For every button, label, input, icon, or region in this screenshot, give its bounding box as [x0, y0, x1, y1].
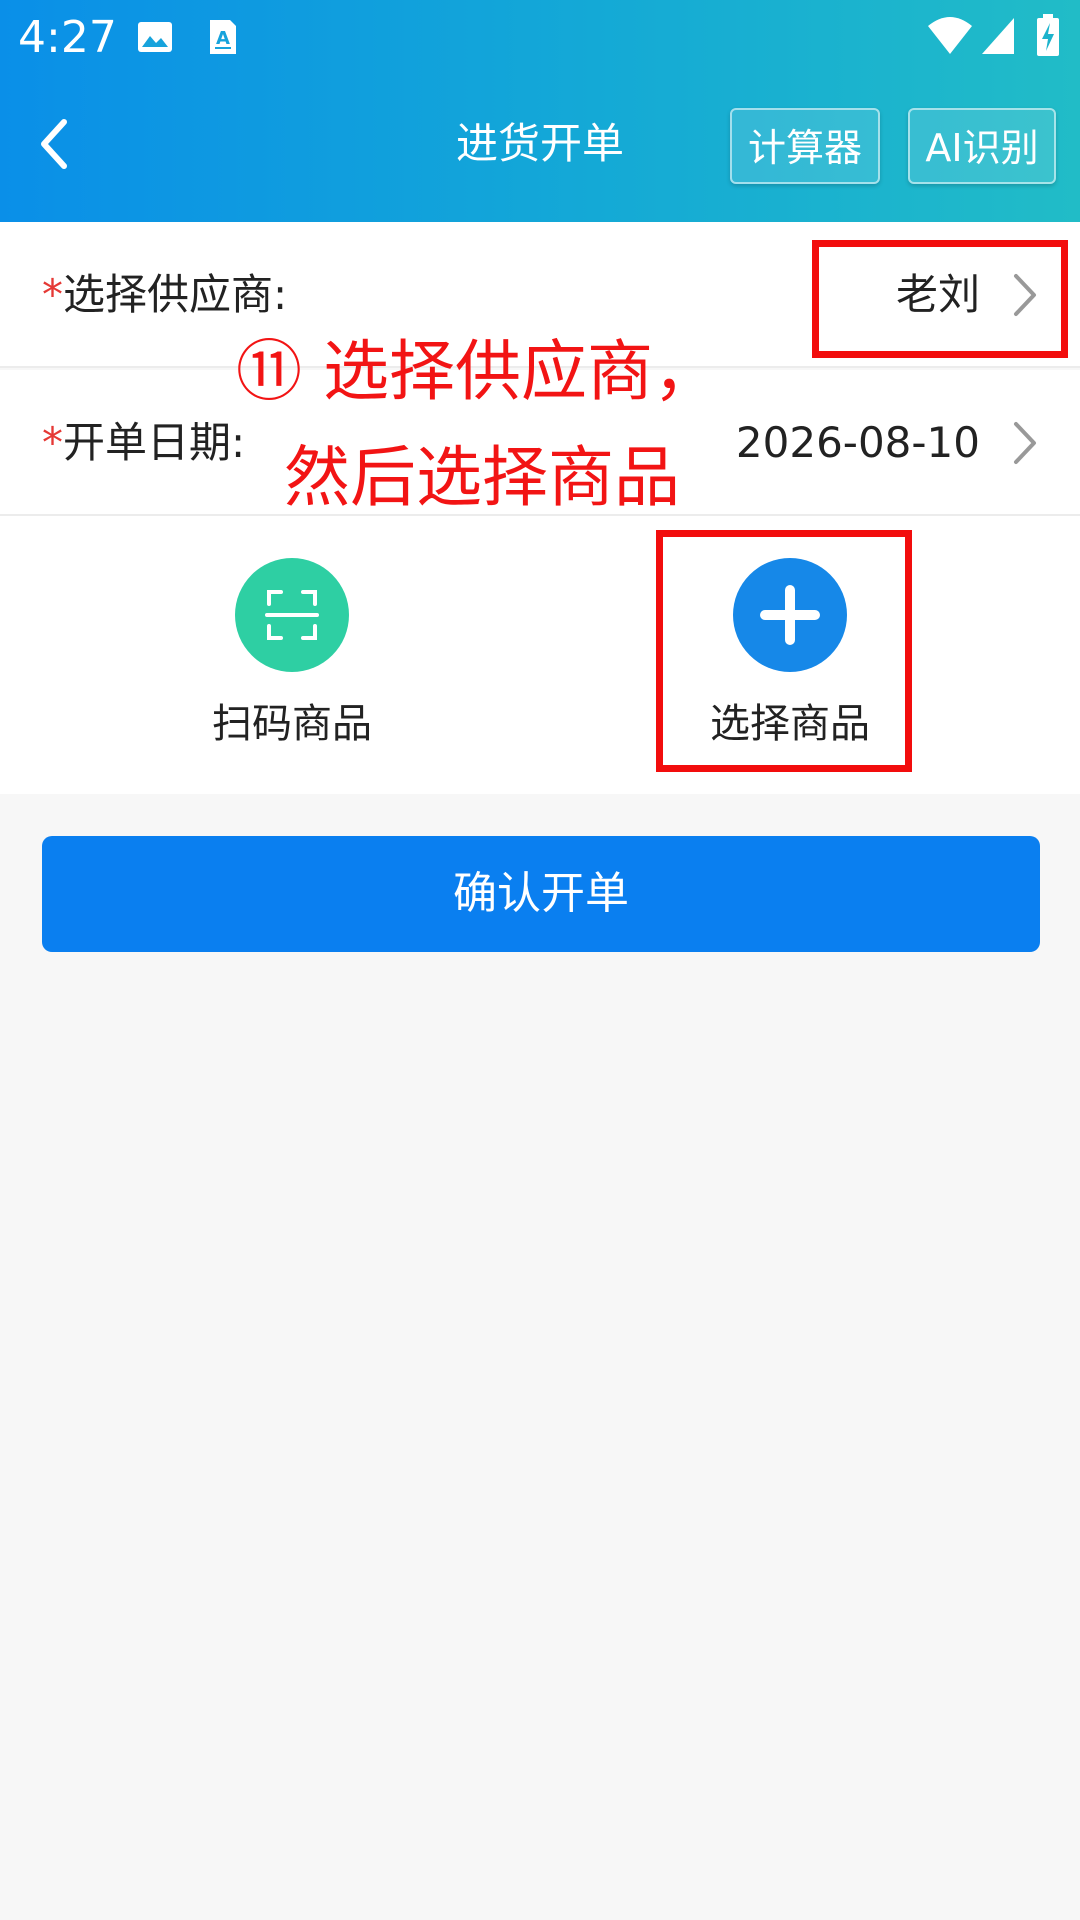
annotation-text-line2: 然后选择商品	[284, 439, 680, 516]
annotation-box-supplier	[812, 240, 1068, 358]
supplier-label-text: 选择供应商:	[63, 270, 288, 319]
cellular-signal-icon	[980, 14, 1016, 58]
image-icon	[136, 18, 174, 56]
scan-frame-icon	[265, 590, 319, 640]
date-label: *开单日期:	[42, 370, 245, 516]
chevron-right-icon	[1012, 420, 1038, 466]
confirm-order-button[interactable]: 确认开单	[42, 836, 1040, 952]
text-recognition-icon: A	[204, 18, 242, 56]
date-value[interactable]: 2026-08-10	[736, 370, 980, 516]
annotation-text-line1: ⑪ 选择供应商，	[236, 333, 719, 410]
scan-product-label: 扫码商品	[212, 701, 372, 747]
scan-circle	[235, 558, 349, 672]
annotation-box-select-product	[656, 530, 912, 772]
status-time: 4:27	[18, 12, 117, 63]
required-mark: *	[42, 418, 63, 467]
battery-charging-icon	[1036, 14, 1060, 58]
wifi-icon	[926, 14, 974, 58]
calculator-button[interactable]: 计算器	[730, 108, 880, 184]
ai-recognition-button[interactable]: AI识别	[908, 108, 1056, 184]
app-header: 4:27 A 进货开单 计算器 AI识别	[0, 0, 1080, 222]
svg-text:A: A	[216, 28, 230, 49]
required-mark: *	[42, 270, 63, 319]
date-label-text: 开单日期:	[63, 418, 246, 467]
scan-product-button[interactable]: 扫码商品	[172, 558, 412, 752]
product-actions-panel: 扫码商品 选择商品	[0, 516, 1080, 794]
